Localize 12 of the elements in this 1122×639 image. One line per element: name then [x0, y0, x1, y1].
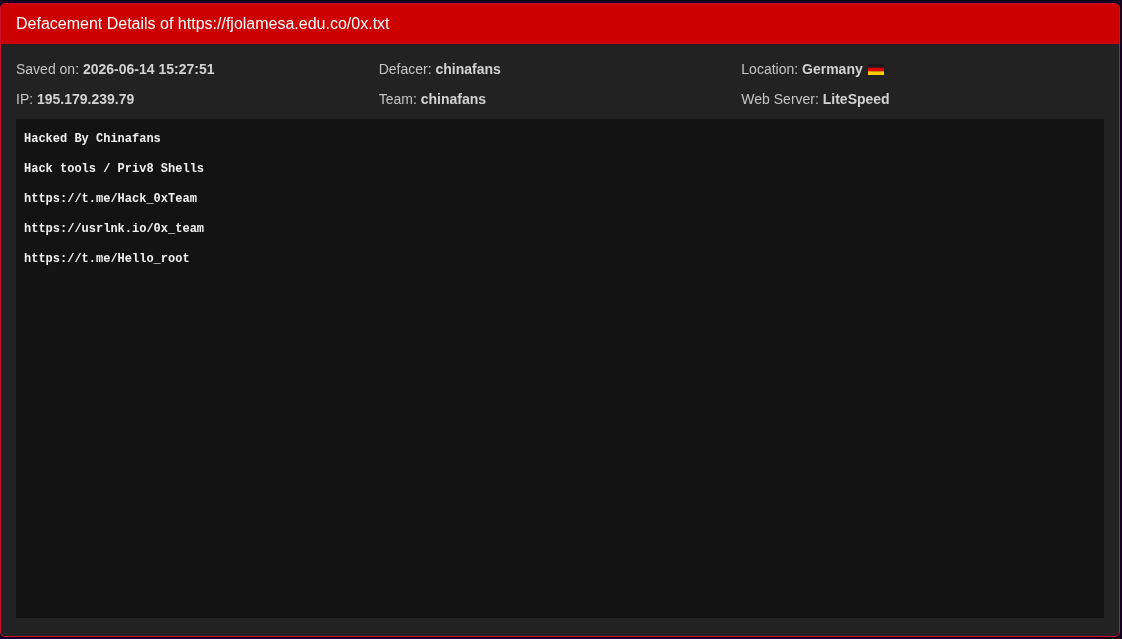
content-line: https://t.me/Hack_0xTeam [24, 191, 197, 208]
detail-text: Team: chinafans [378, 90, 487, 109]
content-line: https://usrlnk.io/0x_team [24, 221, 205, 238]
content-line: Hacked By Chinafans [24, 131, 161, 148]
detail-text: IP: 195.179.239.79 [16, 90, 135, 109]
detail-text: Web Server: LiteSpeed [741, 90, 890, 109]
content-line: https://t.me/Hello_root [24, 251, 190, 268]
content-line: Hack tools / Priv8 Shells [24, 161, 205, 178]
detail-text: Defacer: chinafans [378, 60, 501, 79]
detail-text: Saved on: 2026-06-14 15:27:51 [16, 60, 215, 79]
dialog-title: Defacement Details of https://fjolamesa.edu.co/0x.txt [16, 14, 390, 34]
detail-text: Location: Germany [741, 60, 863, 79]
